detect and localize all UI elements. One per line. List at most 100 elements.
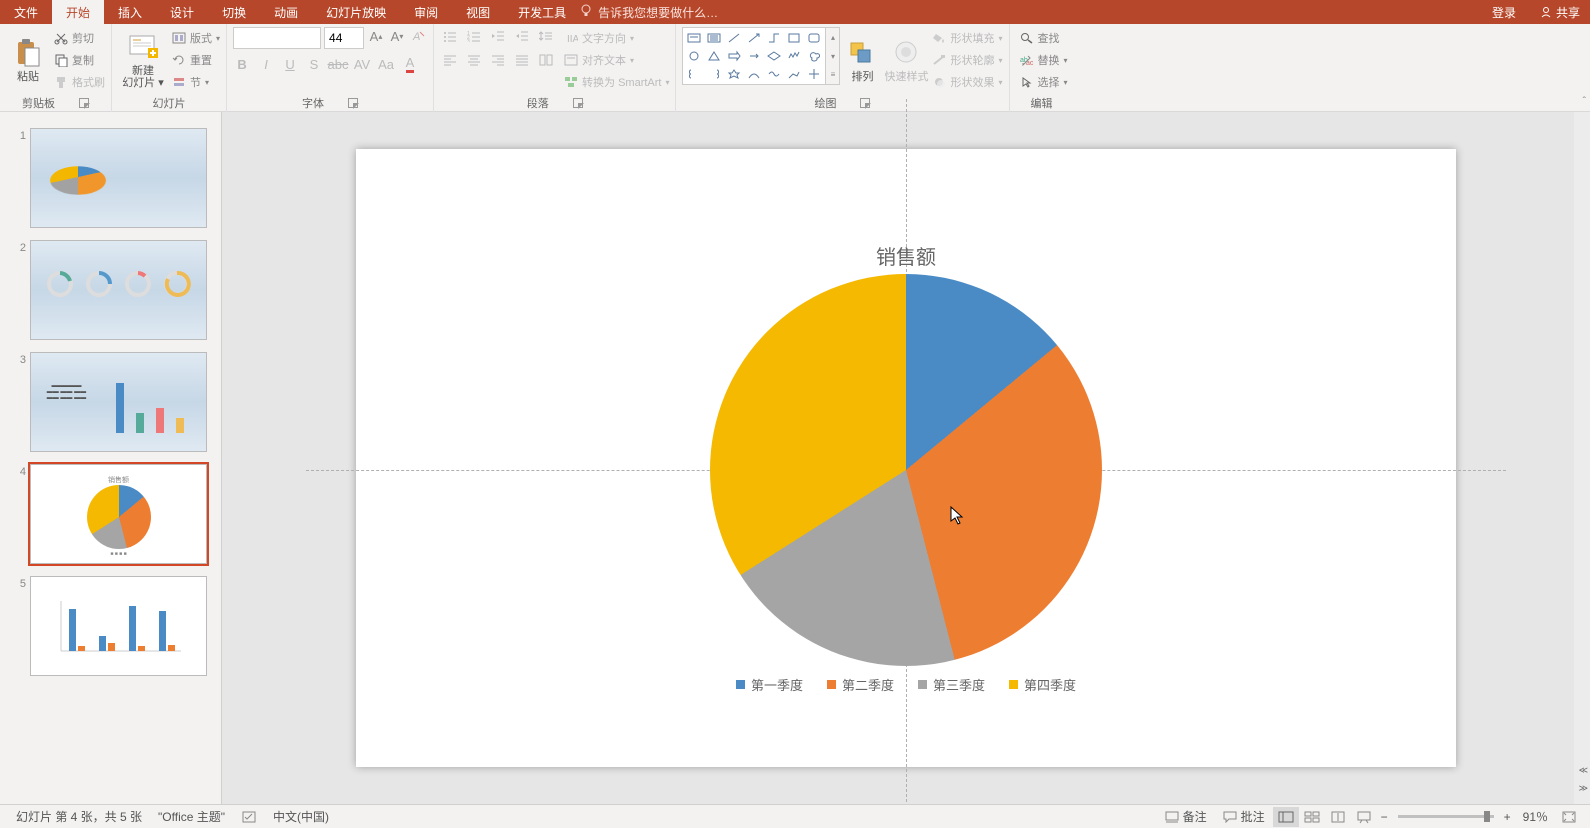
- tab-file[interactable]: 文件: [0, 0, 52, 24]
- arrange-label: 排列: [851, 71, 873, 83]
- share-button[interactable]: 共享: [1530, 4, 1590, 21]
- tab-developer[interactable]: 开发工具: [504, 0, 580, 24]
- fit-to-window-button[interactable]: [1556, 807, 1582, 827]
- collapse-ribbon-button[interactable]: ˆ: [1583, 96, 1586, 107]
- login-button[interactable]: 登录: [1478, 4, 1530, 21]
- tab-review[interactable]: 审阅: [400, 0, 452, 24]
- language-indicator[interactable]: 中文(中国): [265, 808, 337, 825]
- format-painter-button[interactable]: 格式刷: [54, 71, 105, 93]
- tell-me[interactable]: 告诉我您想要做什么…: [580, 0, 718, 24]
- clear-formatting-button[interactable]: A: [409, 27, 427, 45]
- decrease-indent-button[interactable]: [488, 27, 508, 45]
- bold-button[interactable]: B: [233, 55, 251, 73]
- slide-thumbnail-4[interactable]: 销售额 ■ ■ ■ ■: [30, 464, 207, 564]
- legend-item: 第三季度: [918, 675, 985, 694]
- drawing-dialog-launcher[interactable]: [860, 98, 870, 108]
- line-spacing-button[interactable]: [536, 27, 556, 45]
- normal-view-button[interactable]: [1273, 807, 1299, 827]
- align-left-button[interactable]: [440, 51, 460, 69]
- convert-smartart-button[interactable]: 转换为 SmartArt ▾: [564, 71, 669, 93]
- slide-counter[interactable]: 幻灯片 第 4 张，共 5 张: [8, 808, 150, 825]
- tab-insert[interactable]: 插入: [104, 0, 156, 24]
- text-direction-button[interactable]: IIA 文字方向 ▾: [564, 27, 669, 49]
- shape-effects-label: 形状效果: [950, 74, 994, 90]
- legend-swatch: [918, 680, 927, 689]
- zoom-level[interactable]: 91％: [1515, 808, 1556, 825]
- select-label: 选择: [1038, 74, 1060, 90]
- group-label-font: 字体: [302, 95, 324, 111]
- comments-button[interactable]: 批注: [1215, 808, 1273, 825]
- slide-thumbnail-1[interactable]: [30, 128, 207, 228]
- shapes-gallery[interactable]: [682, 27, 826, 85]
- shapes-gallery-scroll[interactable]: ▴▾≡: [826, 27, 840, 85]
- shape-effects-button[interactable]: 形状效果 ▾: [932, 71, 1002, 93]
- slide-thumbnail-pane[interactable]: 1 2 3 ▬▬▬▬▬▬▬ ▬▬ ▬▬▬▬ ▬▬ ▬▬ 4 销售额 ■ ■ ■ …: [0, 112, 222, 804]
- zoom-slider[interactable]: [1398, 815, 1494, 818]
- align-right-button[interactable]: [488, 51, 508, 69]
- columns-button[interactable]: [536, 51, 556, 69]
- tab-design[interactable]: 设计: [156, 0, 208, 24]
- font-size-input[interactable]: [324, 27, 364, 49]
- shadow-button[interactable]: S: [305, 55, 323, 73]
- paste-button[interactable]: 粘贴: [6, 27, 50, 93]
- tab-slideshow[interactable]: 幻灯片放映: [312, 0, 400, 24]
- slideshow-view-button[interactable]: [1351, 807, 1377, 827]
- italic-button[interactable]: I: [257, 55, 275, 73]
- tab-view[interactable]: 视图: [452, 0, 504, 24]
- vertical-scrollbar[interactable]: ≪≫: [1574, 112, 1590, 804]
- text-direction-icon: IIA: [564, 32, 578, 44]
- paragraph-dialog-launcher[interactable]: [573, 98, 583, 108]
- cut-label: 剪切: [72, 30, 94, 46]
- legend-label: 第二季度: [842, 675, 894, 694]
- layout-button[interactable]: 版式 ▾: [172, 27, 220, 49]
- group-label-drawing: 绘图: [814, 95, 836, 111]
- font-name-input[interactable]: [233, 27, 321, 49]
- font-dialog-launcher[interactable]: [348, 98, 358, 108]
- arrange-button[interactable]: 排列: [840, 27, 884, 93]
- group-drawing: ▴▾≡ 排列 快速样式 形状填充 ▾ 形状轮廓 ▾: [676, 24, 1009, 112]
- quick-styles-button[interactable]: 快速样式: [884, 27, 928, 93]
- find-button[interactable]: 查找: [1020, 27, 1068, 49]
- share-icon: [1540, 6, 1552, 18]
- cut-button[interactable]: 剪切: [54, 27, 105, 49]
- zoom-out-button[interactable]: −: [1377, 810, 1392, 824]
- bullets-button[interactable]: [440, 27, 460, 45]
- spell-check-button[interactable]: [233, 810, 265, 824]
- tab-transitions[interactable]: 切换: [208, 0, 260, 24]
- select-button[interactable]: 选择 ▾: [1020, 71, 1068, 93]
- section-button[interactable]: 节 ▾: [172, 71, 220, 93]
- reading-view-button[interactable]: [1325, 807, 1351, 827]
- zoom-in-button[interactable]: +: [1500, 810, 1515, 824]
- increase-font-button[interactable]: A▴: [367, 27, 385, 45]
- tab-animations[interactable]: 动画: [260, 0, 312, 24]
- slide-thumbnail-3[interactable]: ▬▬▬▬▬▬▬ ▬▬ ▬▬▬▬ ▬▬ ▬▬: [30, 352, 207, 452]
- change-case-button[interactable]: Aa: [377, 55, 395, 73]
- pie-chart[interactable]: [710, 274, 1102, 666]
- shape-fill-button[interactable]: 形状填充 ▾: [932, 27, 1002, 49]
- shape-outline-button[interactable]: 形状轮廓 ▾: [932, 49, 1002, 71]
- justify-button[interactable]: [512, 51, 532, 69]
- align-center-button[interactable]: [464, 51, 484, 69]
- increase-indent-button[interactable]: [512, 27, 532, 45]
- slide-thumbnail-5[interactable]: [30, 576, 207, 676]
- replace-button[interactable]: abac 替换 ▾: [1020, 49, 1068, 71]
- reset-button[interactable]: 重置: [172, 49, 220, 71]
- strikethrough-button[interactable]: abc: [329, 55, 347, 73]
- char-spacing-button[interactable]: AV: [353, 55, 371, 73]
- legend-label: 第三季度: [933, 675, 985, 694]
- legend-item: 第二季度: [827, 675, 894, 694]
- numbering-button[interactable]: 123: [464, 27, 484, 45]
- slide-canvas[interactable]: 销售额 第一季度第二季度第三季度第四季度: [356, 149, 1456, 767]
- decrease-font-button[interactable]: A▾: [388, 27, 406, 45]
- slide-editor-area[interactable]: 销售额 第一季度第二季度第三季度第四季度 ≪≫: [222, 112, 1590, 804]
- underline-button[interactable]: U: [281, 55, 299, 73]
- tab-home[interactable]: 开始: [52, 0, 104, 24]
- new-slide-button[interactable]: 新建幻灯片 ▾: [118, 27, 168, 93]
- slide-thumbnail-2[interactable]: [30, 240, 207, 340]
- slide-sorter-view-button[interactable]: [1299, 807, 1325, 827]
- align-text-button[interactable]: 对齐文本 ▾: [564, 49, 669, 71]
- copy-button[interactable]: 复制: [54, 49, 105, 71]
- notes-button[interactable]: 备注: [1157, 808, 1215, 825]
- font-color-button[interactable]: A: [401, 55, 419, 73]
- clipboard-dialog-launcher[interactable]: [79, 98, 89, 108]
